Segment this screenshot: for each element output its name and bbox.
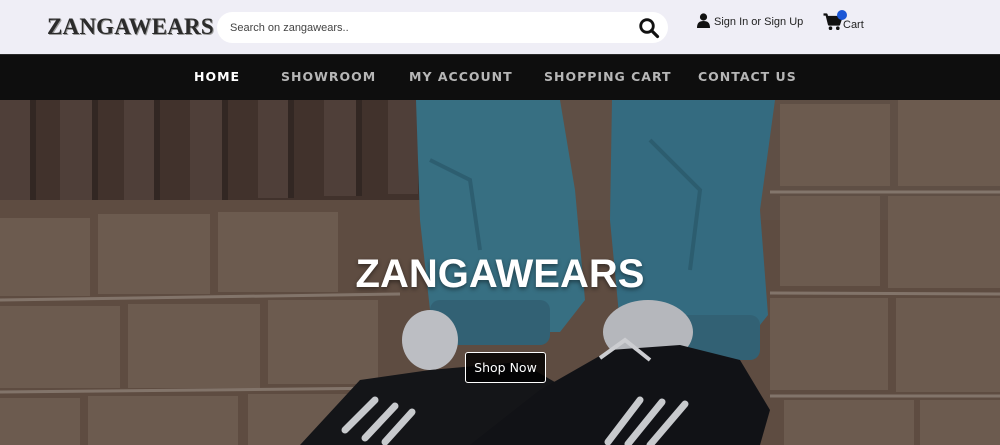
cart-link[interactable]: Cart [823, 10, 864, 31]
search-bar [217, 12, 668, 43]
sign-in-link[interactable]: Sign In or Sign Up [697, 13, 803, 31]
main-nav: HOME SHOWROOM MY ACCOUNT SHOPPING CART C… [0, 54, 1000, 100]
cart-label: Cart [843, 19, 864, 31]
hero-banner: ZANGAWEARS Shop Now [0, 100, 1000, 445]
site-logo[interactable]: ZANGAWEARS [47, 14, 214, 40]
hero-title: ZANGAWEARS [355, 252, 645, 296]
nav-my-account[interactable]: MY ACCOUNT [409, 69, 513, 84]
nav-shopping-cart[interactable]: SHOPPING CART [544, 69, 672, 84]
search-input[interactable] [230, 12, 630, 43]
nav-showroom[interactable]: SHOWROOM [281, 69, 376, 84]
sign-in-label: Sign In or Sign Up [714, 16, 804, 28]
nav-contact-us[interactable]: CONTACT US [698, 69, 797, 84]
user-icon [697, 13, 710, 31]
nav-home[interactable]: HOME [194, 69, 240, 84]
search-icon[interactable] [638, 17, 660, 39]
cart-icon [823, 10, 847, 31]
shop-now-button[interactable]: Shop Now [465, 352, 546, 383]
cart-count-badge [837, 10, 847, 20]
top-header: ZANGAWEARS Sign In or Sign Up [0, 0, 1000, 54]
